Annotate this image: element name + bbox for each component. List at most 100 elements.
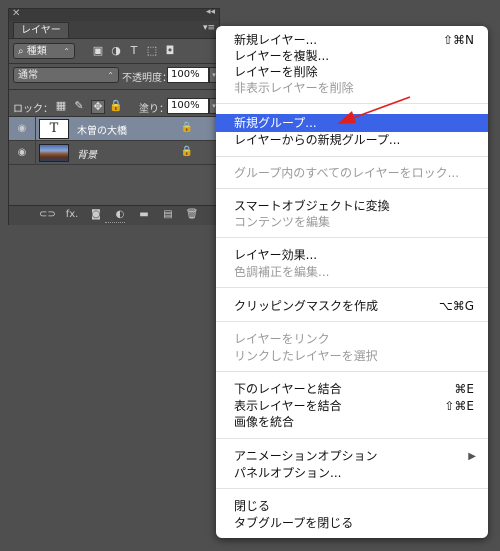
trash-icon[interactable]: 🗑 bbox=[185, 209, 199, 221]
menu-item-new-group[interactable]: 新規グループ... bbox=[216, 114, 488, 132]
menu-item-label: クリッピングマスクを作成 bbox=[234, 299, 379, 313]
menu-item-label: 表示レイヤーを結合 bbox=[234, 399, 342, 413]
filter-kind-select[interactable]: ⌕ 種類 ⌃ bbox=[13, 43, 75, 59]
layer-name[interactable]: 背景 bbox=[77, 146, 97, 161]
lock-position-icon[interactable]: ✥ bbox=[91, 100, 105, 114]
menu-separator bbox=[216, 237, 488, 238]
close-icon[interactable]: ✕ bbox=[12, 8, 20, 19]
type-filter-icon[interactable]: T bbox=[127, 44, 141, 58]
menu-item-delete-layer[interactable]: レイヤーを削除 bbox=[216, 64, 488, 80]
divider bbox=[35, 141, 36, 165]
menu-item-label: 下のレイヤーと結合 bbox=[234, 382, 342, 396]
eye-icon[interactable]: ◉ bbox=[15, 147, 29, 159]
link-layers-icon[interactable]: ⊂⊃ bbox=[39, 209, 56, 221]
fill-input[interactable]: 100% bbox=[167, 98, 209, 114]
menu-item-label: 新規レイヤー... bbox=[234, 33, 318, 47]
new-group-icon[interactable]: ▬ bbox=[137, 209, 151, 221]
menu-item-shortcut: ⇧⌘N bbox=[442, 33, 474, 47]
divider bbox=[35, 117, 36, 141]
chevron-updown-icon: ⌃ bbox=[63, 47, 70, 56]
menu-item-shortcut: ⌥⌘G bbox=[438, 299, 474, 313]
blend-mode-value: 通常 bbox=[18, 70, 38, 81]
text-layer-thumbnail: T bbox=[39, 119, 69, 139]
menu-item-label: グループ内のすべてのレイヤーをロック... bbox=[234, 166, 460, 180]
menu-item-label: 非表示レイヤーを削除 bbox=[234, 81, 354, 95]
menu-item-duplicate-layer[interactable]: レイヤーを複製... bbox=[216, 48, 488, 64]
eye-icon[interactable]: ◉ bbox=[15, 123, 29, 135]
shape-filter-icon[interactable]: ⬚ bbox=[145, 44, 159, 58]
menu-separator bbox=[216, 287, 488, 288]
menu-item-label: コンテンツを編集 bbox=[234, 215, 331, 229]
menu-item-select-linked-layers: リンクしたレイヤーを選択 bbox=[216, 348, 488, 364]
menu-separator bbox=[216, 103, 488, 104]
menu-item-edit-contents: コンテンツを編集 bbox=[216, 214, 488, 230]
menu-item-flatten-image[interactable]: 画像を統合 bbox=[216, 414, 488, 430]
panel-bottom-toolbar: ⊂⊃ fx. ◙ ◐ ▬ ▤ 🗑 bbox=[9, 205, 219, 225]
menu-item-close[interactable]: 閉じる bbox=[216, 498, 488, 514]
menu-item-delete-hidden-layers: 非表示レイヤーを削除 bbox=[216, 80, 488, 96]
menu-separator bbox=[216, 156, 488, 157]
panel-menu-icon[interactable]: ▾≡ bbox=[203, 23, 215, 33]
blend-mode-select[interactable]: 通常 ⌃ bbox=[13, 67, 119, 83]
filter-kind-label: ⌕ 種類 bbox=[18, 46, 47, 57]
add-mask-icon[interactable]: ◙ bbox=[89, 209, 103, 221]
layers-panel: ✕ ◂◂ レイヤー ▾≡ ⌕ 種類 ⌃ ▣ ◑ T ⬚ ◘ 通常 ⌃ 不透明度：… bbox=[8, 7, 220, 225]
menu-item-create-clipping-mask[interactable]: クリッピングマスクを作成 ⌥⌘G bbox=[216, 298, 488, 314]
menu-item-label: 閉じる bbox=[234, 499, 271, 513]
opacity-label: 不透明度： bbox=[122, 73, 172, 84]
divider bbox=[9, 63, 219, 64]
divider bbox=[9, 89, 219, 90]
menu-item-label: パネルオプション... bbox=[234, 466, 342, 480]
menu-separator bbox=[216, 438, 488, 439]
resize-grip[interactable] bbox=[105, 222, 125, 225]
smart-object-filter-icon[interactable]: ◘ bbox=[163, 44, 177, 58]
menu-item-merge-visible[interactable]: 表示レイヤーを結合 ⇧⌘E bbox=[216, 398, 488, 414]
menu-separator bbox=[216, 371, 488, 372]
menu-item-convert-to-smart-object[interactable]: スマートオブジェクトに変換 bbox=[216, 198, 488, 214]
menu-item-label: アニメーションオプション bbox=[234, 449, 378, 463]
menu-item-label: スマートオブジェクトに変換 bbox=[234, 199, 390, 213]
menu-item-edit-adjustment: 色調補正を編集... bbox=[216, 264, 488, 280]
menu-item-new-layer[interactable]: 新規レイヤー... ⇧⌘N bbox=[216, 32, 488, 48]
menu-item-label: 新規グループ... bbox=[234, 116, 317, 130]
image-layer-thumbnail bbox=[39, 144, 69, 162]
layer-row[interactable]: ◉ T 木曽の大橋 🔒 bbox=[9, 117, 219, 141]
menu-item-link-layers: レイヤーをリンク bbox=[216, 331, 488, 347]
lock-transparent-icon[interactable]: ▦ bbox=[55, 100, 67, 112]
menu-item-merge-down[interactable]: 下のレイヤーと結合 ⌘E bbox=[216, 381, 488, 397]
lock-all-icon[interactable]: 🔒 bbox=[109, 100, 123, 112]
menu-item-label: レイヤーを複製... bbox=[234, 49, 330, 63]
menu-item-lock-all-in-group: グループ内のすべてのレイヤーをロック... bbox=[216, 165, 488, 181]
menu-item-label: レイヤーを削除 bbox=[234, 65, 318, 79]
collapse-icon[interactable]: ◂◂ bbox=[206, 7, 215, 17]
fill-label: 塗り： bbox=[139, 104, 169, 115]
menu-item-label: 画像を統合 bbox=[234, 415, 295, 429]
adjustment-layer-icon[interactable]: ◐ bbox=[113, 209, 127, 221]
adjustment-filter-icon[interactable]: ◑ bbox=[109, 44, 123, 58]
new-layer-icon[interactable]: ▤ bbox=[161, 209, 175, 221]
menu-item-animation-options[interactable]: アニメーションオプション ▶ bbox=[216, 448, 488, 464]
lock-label: ロック： bbox=[13, 104, 53, 115]
menu-separator bbox=[216, 321, 488, 322]
menu-item-layer-effects[interactable]: レイヤー効果... bbox=[216, 247, 488, 263]
menu-item-close-tab-group[interactable]: タブグループを閉じる bbox=[216, 515, 488, 531]
pixel-filter-icon[interactable]: ▣ bbox=[91, 44, 105, 58]
menu-item-label: 色調補正を編集... bbox=[234, 265, 330, 279]
lock-icon: 🔒 bbox=[180, 146, 193, 157]
opacity-input[interactable]: 100% bbox=[167, 67, 209, 83]
menu-item-panel-options[interactable]: パネルオプション... bbox=[216, 465, 488, 481]
menu-separator bbox=[216, 188, 488, 189]
lock-image-icon[interactable]: ✎ bbox=[73, 100, 85, 112]
layer-row[interactable]: ◉ 背景 🔒 bbox=[9, 141, 219, 165]
panel-title-bar: ✕ ◂◂ bbox=[9, 7, 219, 21]
layer-style-icon[interactable]: fx. bbox=[65, 209, 79, 221]
submenu-arrow-icon: ▶ bbox=[468, 451, 476, 462]
menu-item-shortcut: ⌘E bbox=[454, 382, 474, 396]
menu-separator bbox=[216, 488, 488, 489]
menu-item-new-group-from-layers[interactable]: レイヤーからの新規グループ... bbox=[216, 132, 488, 148]
layer-name[interactable]: 木曽の大橋 bbox=[77, 122, 127, 137]
menu-item-label: レイヤー効果... bbox=[234, 248, 318, 262]
layers-panel-menu: 新規レイヤー... ⇧⌘N レイヤーを複製... レイヤーを削除 非表示レイヤー… bbox=[216, 26, 488, 538]
menu-item-label: レイヤーをリンク bbox=[234, 332, 330, 346]
tab-layers[interactable]: レイヤー bbox=[13, 22, 69, 38]
